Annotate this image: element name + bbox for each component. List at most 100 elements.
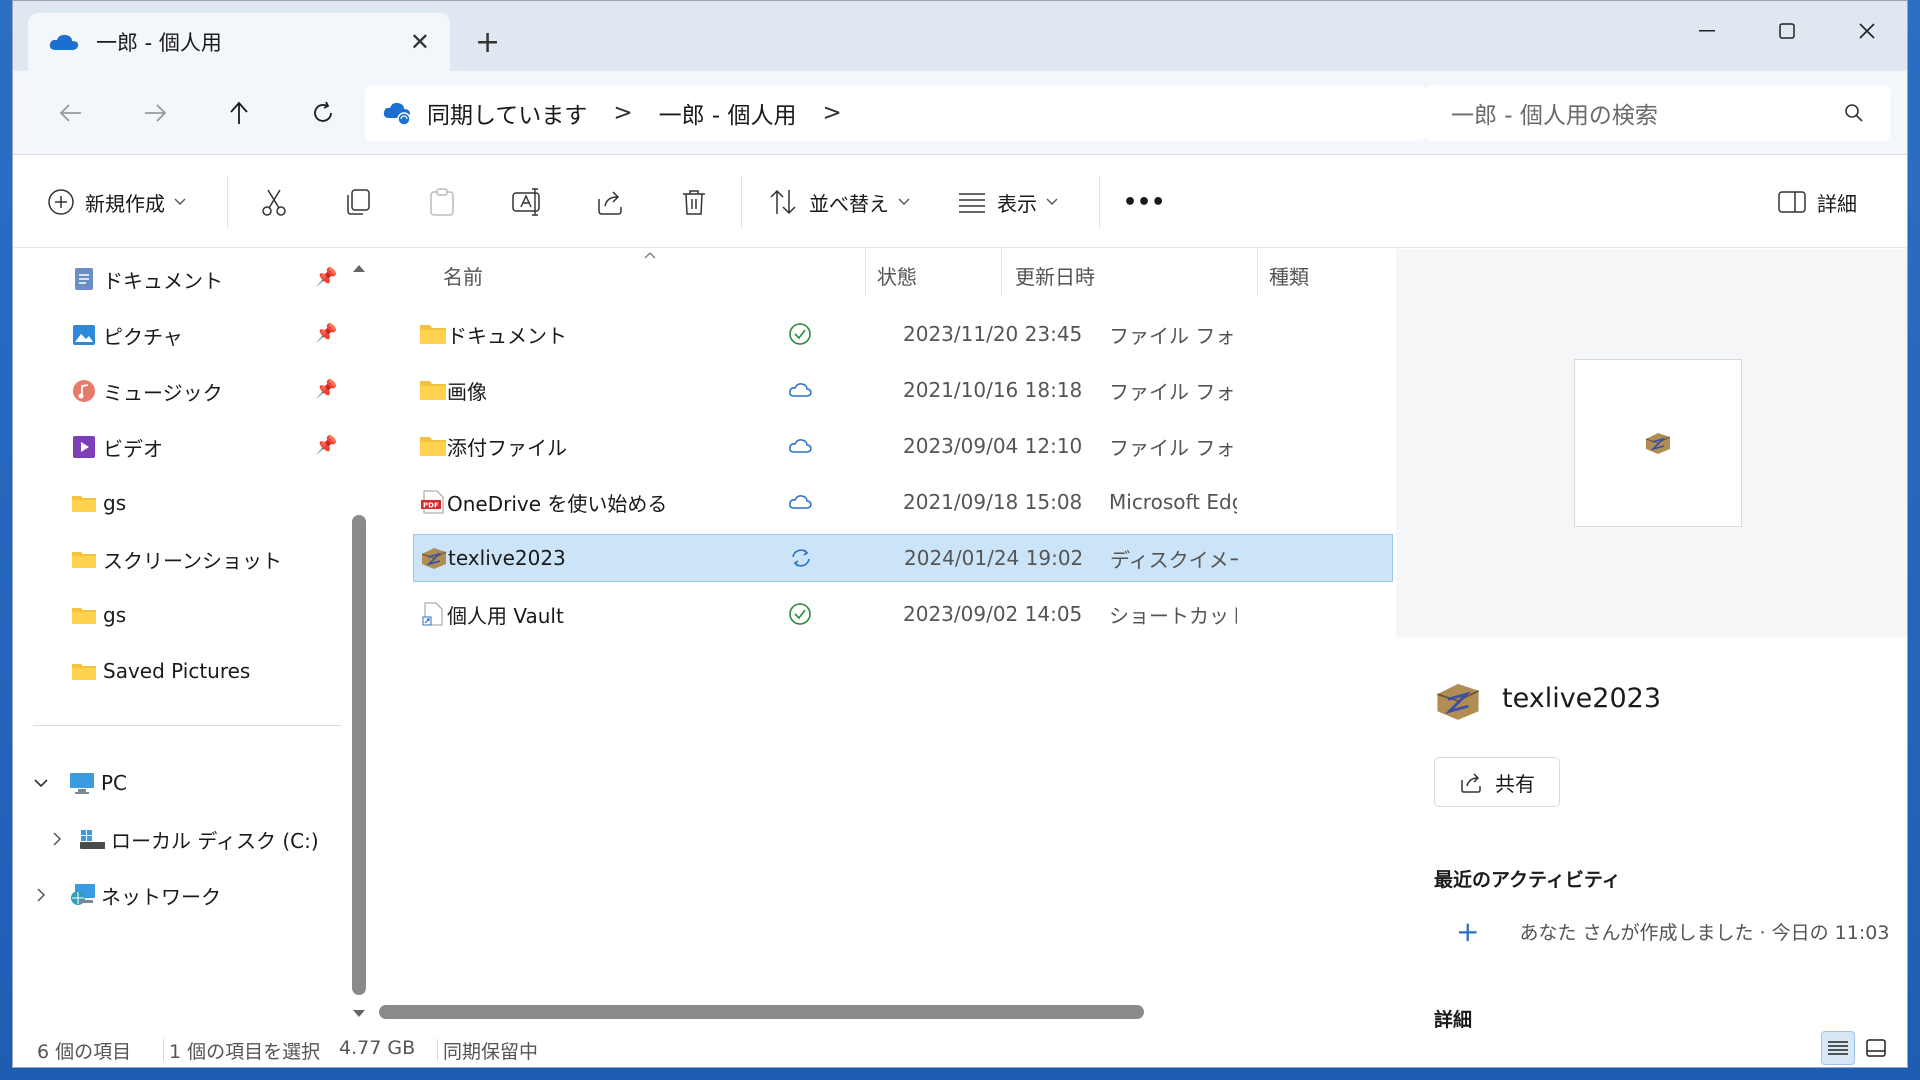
back-button[interactable] <box>47 89 95 137</box>
preview-area <box>1396 249 1907 637</box>
drive-icon <box>79 827 105 851</box>
file-list-hscrollbar[interactable] <box>379 1001 1379 1021</box>
column-header-type[interactable]: 種類 <box>1269 261 1309 290</box>
file-row[interactable]: 個人用 Vault 2023/09/02 14:05 ショートカット <box>413 590 1393 638</box>
paste-button[interactable] <box>427 180 467 224</box>
sidebar-item-pictures[interactable]: ピクチャ <box>71 315 183 355</box>
pin-icon[interactable]: 📌 <box>315 435 337 456</box>
scissors-icon <box>262 189 286 216</box>
view-button[interactable]: 表示 <box>957 180 1069 224</box>
list-view-icon <box>1828 1041 1848 1055</box>
column-divider[interactable] <box>865 249 866 297</box>
activity-heading: 最近のアクティビティ <box>1434 869 1621 891</box>
forward-button[interactable] <box>131 89 179 137</box>
minimize-icon <box>1699 30 1715 32</box>
breadcrumb-separator[interactable]: > <box>613 100 632 126</box>
toolbar-divider <box>1099 176 1100 228</box>
close-tab-icon[interactable]: ✕ <box>410 28 430 56</box>
file-name: OneDrive を使い始める <box>447 491 668 516</box>
file-row[interactable]: 添付ファイル 2023/09/04 12:10 ファイル フォルダー <box>413 422 1393 470</box>
column-header-name[interactable]: 名前 <box>443 261 483 290</box>
sidebar-item-screenshots[interactable]: スクリーンショット <box>71 539 282 579</box>
refresh-button[interactable] <box>299 89 347 137</box>
sidebar-item-gs-2[interactable]: gs <box>71 595 126 635</box>
details-heading: 詳細 <box>1434 1009 1473 1031</box>
minimize-button[interactable] <box>1667 11 1747 51</box>
chevron-down-icon <box>1046 198 1058 205</box>
details-share-button[interactable]: 共有 <box>1434 757 1560 807</box>
documents-icon <box>71 267 97 291</box>
address-bar[interactable]: 同期しています > 一郎 - 個人用 > <box>365 85 1425 141</box>
more-options-button[interactable]: ••• <box>1123 180 1165 224</box>
search-placeholder: 一郎 - 個人用の検索 <box>1451 103 1658 129</box>
disk-image-icon <box>421 548 447 569</box>
status-divider <box>437 1039 438 1061</box>
scroll-down-icon[interactable] <box>352 1009 366 1019</box>
maximize-button[interactable] <box>1747 11 1827 51</box>
details-view-button[interactable] <box>1821 1031 1855 1065</box>
file-date: 2024/01/24 19:02 <box>904 546 1084 570</box>
chevron-right-icon[interactable] <box>33 887 49 903</box>
tiles-view-icon <box>1866 1039 1886 1057</box>
cloud-only-icon <box>789 439 812 453</box>
file-type: ショートカット <box>1109 603 1237 628</box>
arrow-right-icon <box>145 104 167 122</box>
scrollbar-thumb[interactable] <box>352 515 366 995</box>
breadcrumb-sync[interactable]: 同期しています <box>427 96 587 130</box>
music-icon <box>71 379 97 403</box>
file-name: ドキュメント <box>447 323 567 348</box>
cut-button[interactable] <box>259 180 299 224</box>
sidebar-item-pc[interactable]: PC <box>33 763 127 803</box>
sidebar-item-label: gs <box>103 603 127 627</box>
details-pane-button[interactable]: 詳細 <box>1777 180 1857 224</box>
pin-icon[interactable]: 📌 <box>315 323 337 344</box>
file-row[interactable]: 画像 2021/10/16 18:18 ファイル フォルダー <box>413 366 1393 414</box>
breadcrumb-separator[interactable]: > <box>823 100 842 126</box>
file-date: 2021/10/16 18:18 <box>903 378 1083 402</box>
sidebar-item-documents[interactable]: ドキュメント <box>71 259 223 299</box>
title-bar: 一郎 - 個人用 ✕ + <box>13 1 1907 71</box>
column-header-modified[interactable]: 更新日時 <box>1015 261 1095 290</box>
scrollbar-thumb[interactable] <box>379 1005 1144 1019</box>
tiles-view-button[interactable] <box>1859 1031 1893 1065</box>
sidebar-item-saved-pictures[interactable]: Saved Pictures <box>71 651 250 691</box>
breadcrumb-onedrive[interactable]: 一郎 - 個人用 <box>659 96 797 130</box>
file-row[interactable]: ドキュメント 2023/11/20 23:45 ファイル フォルダー <box>413 310 1393 358</box>
sidebar-item-videos[interactable]: ビデオ <box>71 427 163 467</box>
network-icon <box>69 883 95 907</box>
sort-button[interactable]: 並べ替え <box>769 180 921 224</box>
up-button[interactable] <box>215 89 263 137</box>
sidebar-item-local-disk[interactable]: ローカル ディスク (C:) <box>51 819 319 859</box>
share-button[interactable] <box>595 180 635 224</box>
column-divider[interactable] <box>1001 249 1002 297</box>
file-row-selected[interactable]: texlive2023 2024/01/24 19:02 ディスクイメージ <box>413 534 1393 582</box>
column-header-status[interactable]: 状態 <box>877 261 917 290</box>
sidebar-scrollbar[interactable] <box>349 253 367 1023</box>
synced-check-icon <box>789 323 811 345</box>
file-date: 2023/09/04 12:10 <box>903 434 1083 458</box>
rename-button[interactable] <box>511 180 553 224</box>
chevron-right-icon[interactable] <box>51 831 63 847</box>
file-type: ファイル フォルダー <box>1109 323 1237 348</box>
search-input[interactable]: 一郎 - 個人用の検索 <box>1425 85 1890 141</box>
new-tab-button[interactable]: + <box>475 25 500 60</box>
cloud-only-icon <box>789 383 812 397</box>
sidebar-item-music[interactable]: ミュージック <box>71 371 223 411</box>
file-row[interactable]: PDF OneDrive を使い始める 2021/09/18 15:08 Mic… <box>413 478 1393 526</box>
sidebar-item-network[interactable]: ネットワーク <box>33 875 221 915</box>
sidebar-item-gs[interactable]: gs <box>71 483 126 523</box>
copy-button[interactable] <box>343 180 383 224</box>
chevron-down-icon <box>174 198 186 205</box>
column-divider[interactable] <box>1257 249 1258 297</box>
onedrive-sync-icon <box>383 102 411 126</box>
tab-onedrive[interactable]: 一郎 - 個人用 ✕ <box>28 13 450 71</box>
chevron-down-icon[interactable] <box>33 777 49 789</box>
delete-button[interactable] <box>679 180 719 224</box>
copy-icon <box>347 189 370 215</box>
sidebar-item-label: ネットワーク <box>101 884 221 909</box>
pin-icon[interactable]: 📌 <box>315 267 337 288</box>
pin-icon[interactable]: 📌 <box>315 379 337 400</box>
scroll-up-icon[interactable] <box>352 263 366 273</box>
close-window-button[interactable] <box>1827 11 1907 51</box>
new-button[interactable]: 新規作成 <box>47 180 197 224</box>
